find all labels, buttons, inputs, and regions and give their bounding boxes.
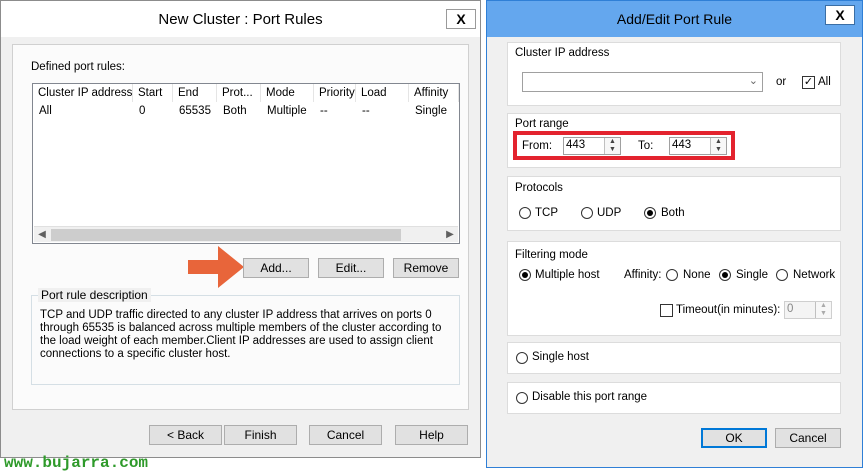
title-bar: Add/Edit Port Rule X	[487, 1, 862, 37]
from-port-spinner[interactable]: 443 ▲ ▼	[563, 137, 621, 155]
all-checkbox[interactable]: ✓	[802, 76, 815, 89]
column-header-cluster-ip[interactable]: Cluster IP address	[33, 84, 133, 102]
protocols-label: Protocols	[515, 182, 563, 194]
table-row[interactable]: All 0 65535 Both Multiple -- -- Single	[33, 103, 459, 119]
port-range-section: Port range From: 443 ▲ ▼ To: 443 ▲ ▼	[507, 113, 841, 168]
cell-load: --	[362, 105, 370, 117]
disable-port-range-radio[interactable]	[516, 392, 528, 404]
edit-button[interactable]: Edit...	[318, 258, 384, 278]
cancel-button[interactable]: Cancel	[309, 425, 382, 445]
cell-end: 65535	[179, 105, 211, 117]
help-button[interactable]: Help	[395, 425, 468, 445]
protocol-both-label: Both	[661, 207, 685, 219]
back-button[interactable]: < Back	[149, 425, 222, 445]
protocol-udp-radio[interactable]	[581, 207, 593, 219]
cluster-ip-section: Cluster IP address ⌄ or ✓ All	[507, 42, 841, 106]
port-rule-description-group: Port rule description TCP and UDP traffi…	[31, 288, 460, 385]
close-button[interactable]: X	[825, 5, 855, 25]
cluster-ip-label: Cluster IP address	[515, 47, 610, 59]
affinity-label: Affinity:	[624, 269, 662, 281]
cell-start: 0	[139, 105, 146, 117]
cell-cluster-ip: All	[39, 105, 52, 117]
content-panel: Defined port rules: Cluster IP address S…	[12, 44, 469, 410]
remove-button[interactable]: Remove	[393, 258, 459, 278]
affinity-network-radio[interactable]	[776, 269, 788, 281]
new-cluster-port-rules-dialog: New Cluster : Port Rules X Defined port …	[0, 0, 481, 458]
scrollbar-thumb[interactable]	[51, 229, 401, 241]
timeout-value: 0	[787, 303, 794, 315]
to-port-spinner[interactable]: 443 ▲ ▼	[669, 137, 727, 155]
scroll-left-icon[interactable]: ◀	[34, 227, 50, 243]
single-host-radio[interactable]	[516, 352, 528, 364]
affinity-single-label: Single	[736, 269, 768, 281]
spin-arrows-icon[interactable]: ▲ ▼	[815, 302, 831, 318]
cancel-button[interactable]: Cancel	[775, 428, 841, 448]
cell-priority: --	[320, 105, 328, 117]
description-text: TCP and UDP traffic directed to any clus…	[40, 309, 442, 360]
protocol-tcp-label: TCP	[535, 207, 558, 219]
column-header-priority[interactable]: Priority	[314, 84, 356, 102]
timeout-spinner[interactable]: 0 ▲ ▼	[784, 301, 832, 319]
single-host-label: Single host	[532, 351, 589, 363]
defined-rules-label: Defined port rules:	[31, 61, 125, 73]
column-header-start[interactable]: Start	[133, 84, 173, 102]
dialog-title: Add/Edit Port Rule	[616, 11, 733, 27]
column-header-load[interactable]: Load	[356, 84, 409, 102]
protocol-tcp-radio[interactable]	[519, 207, 531, 219]
filtering-mode-label: Filtering mode	[515, 249, 588, 261]
filtering-mode-section: Filtering mode Multiple host Affinity: N…	[507, 241, 841, 336]
timeout-label: Timeout(in minutes):	[676, 304, 781, 316]
affinity-network-label: Network	[793, 269, 836, 281]
from-label: From:	[522, 140, 553, 152]
description-title: Port rule description	[38, 288, 151, 302]
port-rules-list[interactable]: Cluster IP address Start End Prot... Mod…	[32, 83, 460, 244]
column-header-end[interactable]: End	[173, 84, 217, 102]
column-header-affinity[interactable]: Affinity	[409, 84, 459, 102]
or-label: or	[776, 76, 787, 88]
cell-affinity: Single	[415, 105, 447, 117]
affinity-none-label: None	[683, 269, 711, 281]
horizontal-scrollbar[interactable]: ◀ ▶	[34, 226, 458, 242]
cluster-ip-combo[interactable]: ⌄	[522, 72, 763, 92]
close-button[interactable]: X	[446, 9, 476, 29]
dialog-title: New Cluster : Port Rules	[158, 11, 323, 28]
all-label: All	[818, 76, 831, 88]
add-edit-port-rule-dialog: Add/Edit Port Rule X Cluster IP address …	[486, 0, 863, 468]
to-port-value: 443	[672, 139, 692, 151]
add-button[interactable]: Add...	[243, 258, 309, 278]
disable-port-range-label: Disable this port range	[532, 391, 648, 403]
multiple-host-label: Multiple host	[535, 269, 600, 281]
multiple-host-radio[interactable]	[519, 269, 531, 281]
spin-arrows-icon[interactable]: ▲ ▼	[710, 138, 726, 154]
port-range-label: Port range	[515, 118, 569, 130]
protocol-udp-label: UDP	[597, 207, 622, 219]
scroll-right-icon[interactable]: ▶	[442, 227, 458, 243]
affinity-none-radio[interactable]	[666, 269, 678, 281]
chevron-down-icon[interactable]: ⌄	[749, 74, 758, 87]
cell-mode: Multiple	[267, 105, 307, 117]
finish-button[interactable]: Finish	[224, 425, 297, 445]
from-port-value: 443	[566, 139, 586, 151]
timeout-checkbox[interactable]	[660, 304, 673, 317]
single-host-section: Single host	[507, 342, 841, 374]
watermark: www.bujarra.com	[4, 454, 149, 472]
arrow-right-icon	[188, 246, 244, 288]
cell-protocol: Both	[223, 105, 247, 117]
disable-port-range-section: Disable this port range	[507, 382, 841, 414]
protocols-section: Protocols TCP UDP Both	[507, 176, 841, 231]
column-header-protocol[interactable]: Prot...	[217, 84, 261, 102]
protocol-both-radio[interactable]	[644, 207, 656, 219]
spin-arrows-icon[interactable]: ▲ ▼	[604, 138, 620, 154]
to-label: To:	[638, 140, 654, 152]
column-header-mode[interactable]: Mode	[261, 84, 314, 102]
title-bar: New Cluster : Port Rules X	[1, 1, 480, 37]
affinity-single-radio[interactable]	[719, 269, 731, 281]
ok-button[interactable]: OK	[701, 428, 767, 448]
